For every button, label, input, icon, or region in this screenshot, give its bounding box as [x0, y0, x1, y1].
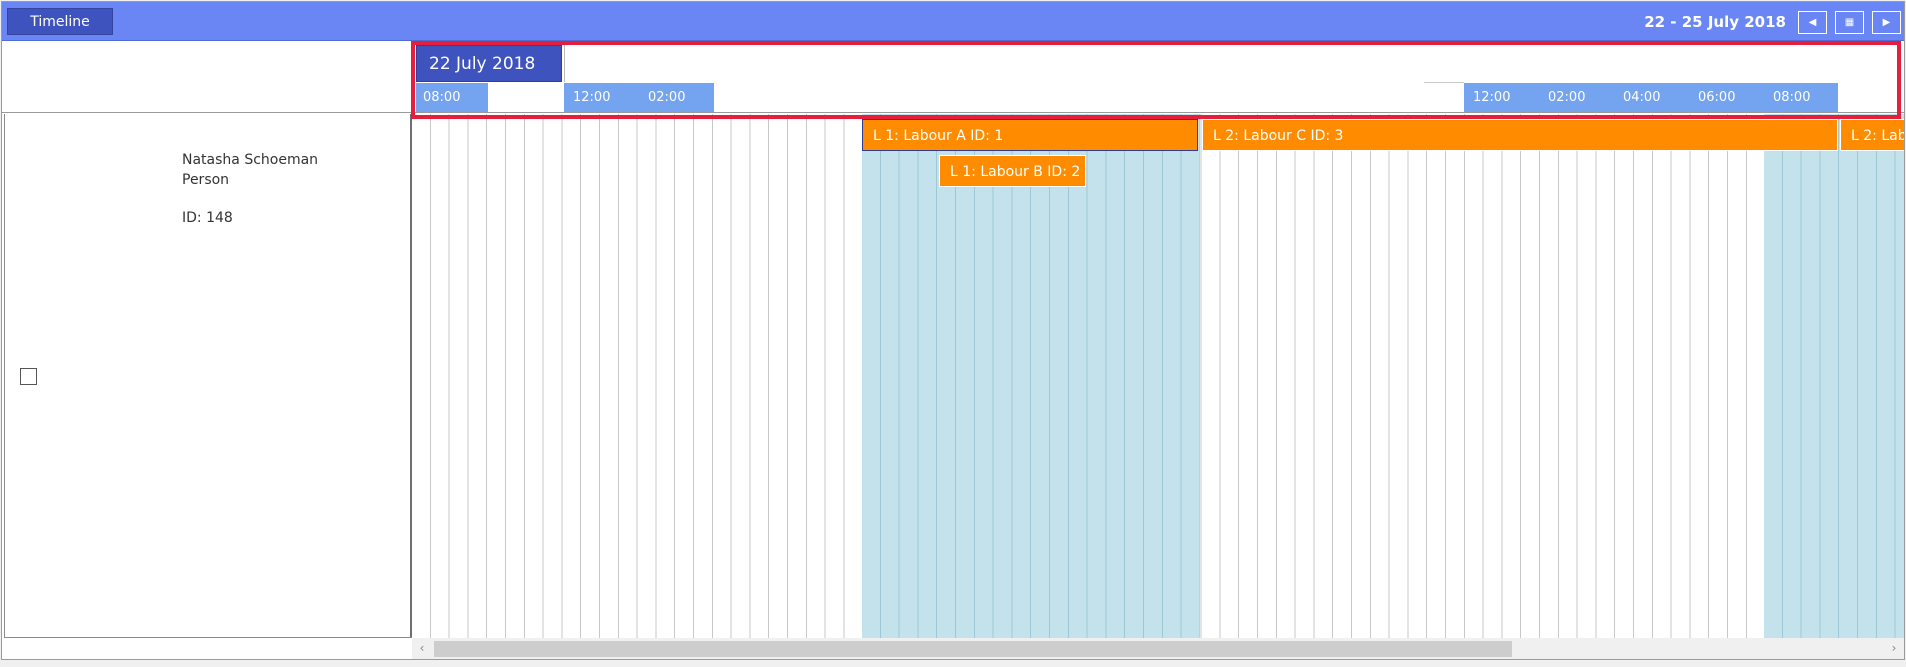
- chevron-right-icon: ›: [1891, 641, 1897, 655]
- resource-id: ID: 148: [182, 210, 233, 226]
- scroll-left-button[interactable]: ‹: [412, 638, 432, 659]
- shaded-period: [862, 114, 1200, 638]
- resource-select-checkbox[interactable]: [20, 368, 37, 385]
- hour-label: 02:00: [648, 90, 686, 105]
- scrollbar-thumb[interactable]: [434, 641, 1512, 657]
- hour-label: 04:00: [1623, 90, 1661, 105]
- date-range-label: 22 - 25 July 2018: [1644, 13, 1786, 31]
- next-range-button[interactable]: ▶: [1872, 11, 1901, 34]
- header-divider: [1424, 82, 1464, 83]
- scroll-right-button[interactable]: ›: [1884, 638, 1904, 659]
- previous-range-button[interactable]: ◀: [1798, 11, 1827, 34]
- hour-label: 12:00: [1473, 90, 1511, 105]
- task-labour-c[interactable]: L 2: Labour C ID: 3: [1202, 119, 1838, 151]
- resource-name: Natasha Schoeman: [182, 152, 319, 168]
- resource-header: [2, 41, 412, 113]
- hour-label: 08:00: [1773, 90, 1811, 105]
- calendar-button[interactable]: ▦: [1835, 11, 1864, 34]
- horizontal-scrollbar[interactable]: ‹ ›: [412, 638, 1904, 659]
- hour-label: 02:00: [1548, 90, 1586, 105]
- task-labour-d[interactable]: L 2: Labour D ID: 4: [1840, 119, 1904, 151]
- toolbar: Timeline 22 - 25 July 2018 ◀ ▦ ▶: [2, 2, 1904, 41]
- resource-row[interactable]: Natasha Schoeman Person ID: 148: [4, 114, 412, 638]
- resource-type: Person: [182, 172, 230, 188]
- date-header-22-july[interactable]: 22 July 2018: [416, 45, 562, 82]
- hour-label: 12:00: [573, 90, 611, 105]
- task-labour-b[interactable]: L 1: Labour B ID: 2: [939, 155, 1086, 187]
- chevron-left-icon: ◀: [1808, 17, 1817, 28]
- resource-footer: [4, 638, 412, 659]
- task-labour-a[interactable]: L 1: Labour A ID: 1: [862, 119, 1198, 151]
- chevron-right-icon: ▶: [1882, 17, 1891, 28]
- scheduler-window: Timeline 22 - 25 July 2018 ◀ ▦ ▶ 22 July…: [1, 1, 1905, 660]
- calendar-icon: ▦: [1844, 17, 1855, 28]
- shaded-period: [1764, 114, 1904, 638]
- chevron-left-icon: ‹: [419, 641, 425, 655]
- timeline-grid[interactable]: L 1: Labour A ID: 1 L 1: Labour B ID: 2 …: [412, 114, 1904, 638]
- timeline-view-tab[interactable]: Timeline: [7, 8, 113, 35]
- date-divider: [564, 45, 565, 82]
- hour-label: 08:00: [423, 90, 461, 105]
- time-scale-header: 22 July 2018 08:00 12:00 02:00 12:00 02:…: [412, 41, 1904, 113]
- hour-label: 06:00: [1698, 90, 1736, 105]
